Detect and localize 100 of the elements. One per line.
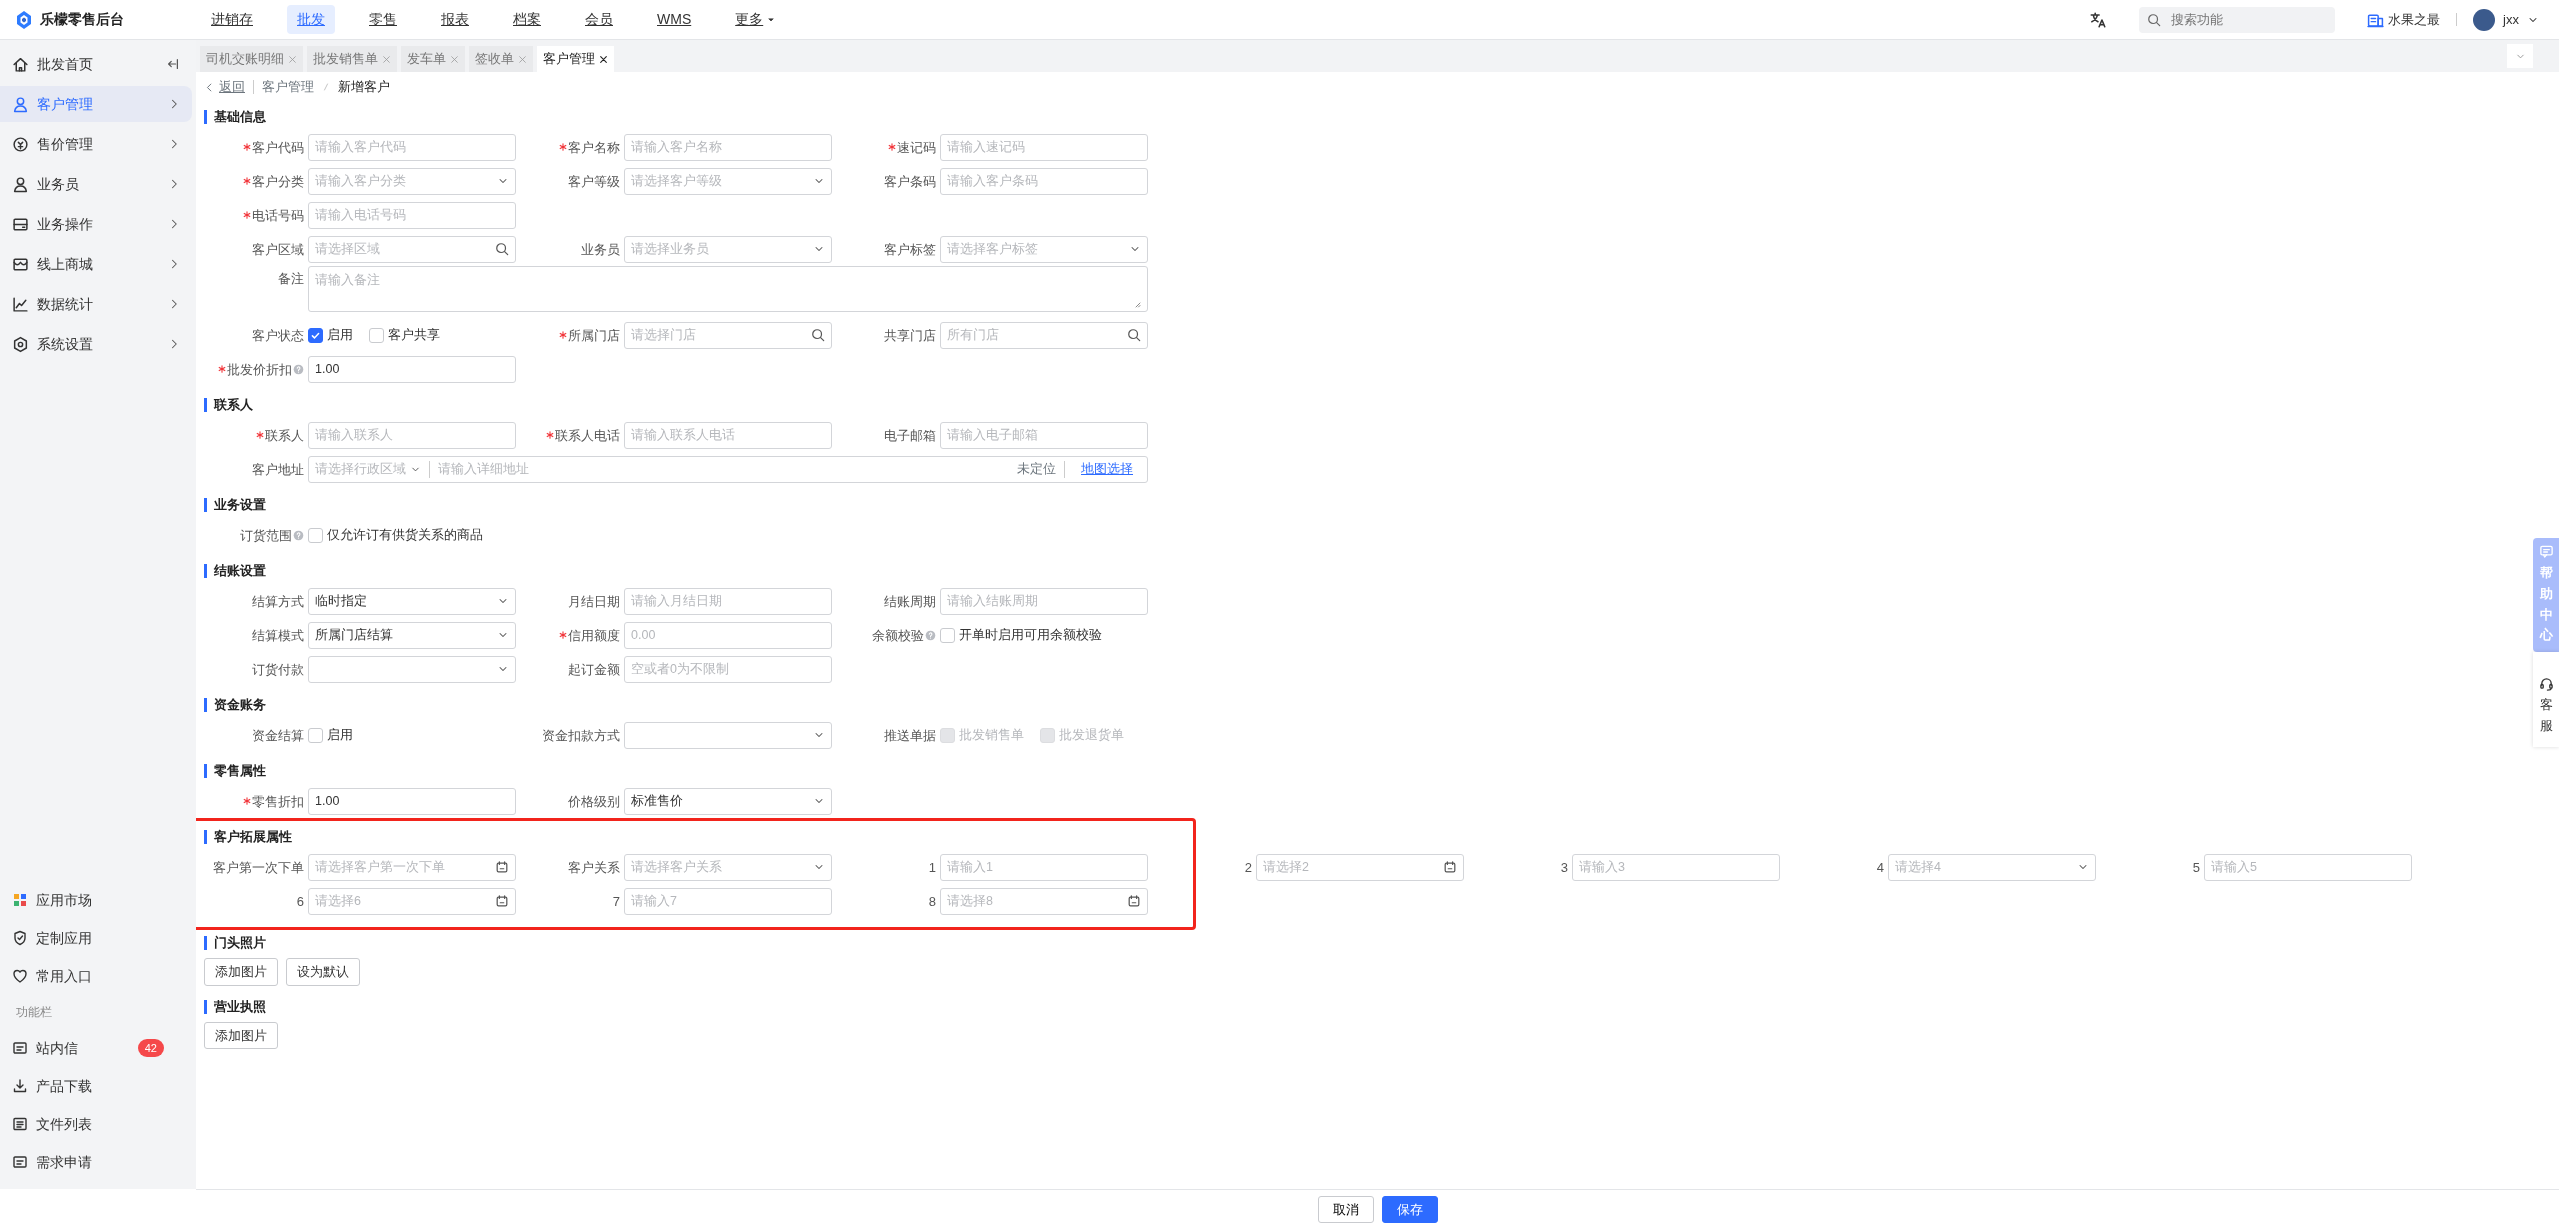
input-field[interactable]: 请输入速记码	[940, 133, 1148, 161]
search-input[interactable]: 所有门店	[947, 325, 1123, 345]
select-field[interactable]	[624, 721, 832, 749]
date-input[interactable]: 请选择2	[1263, 857, 1439, 877]
input-field[interactable]: 请输入结账周期	[940, 587, 1148, 615]
select-field[interactable]: 请选择客户等级	[624, 167, 832, 195]
date-input[interactable]: 请选择8	[947, 891, 1123, 911]
search-input[interactable]: 搜索功能	[2169, 8, 2330, 31]
map-link[interactable]: 地图选择	[1073, 459, 1141, 479]
select-input[interactable]: 请选择客户等级	[631, 171, 809, 191]
input-field[interactable]: 1.00	[308, 355, 516, 383]
input-field[interactable]: 0.00	[624, 621, 832, 649]
cancel-button[interactable]: 取消	[1317, 1195, 1374, 1224]
input-field[interactable]: 请输入5	[2204, 853, 2412, 881]
save-button[interactable]: 保存	[1381, 1195, 1438, 1224]
sidebar-item[interactable]: 客户管理	[0, 86, 192, 122]
add-button[interactable]: 添加图片	[204, 1021, 278, 1049]
select-field[interactable]: 请选择客户关系	[624, 853, 832, 881]
input-field[interactable]: 请输入客户代码	[308, 133, 516, 161]
breadcrumb-link[interactable]: 客户管理	[262, 77, 314, 97]
select-input[interactable]: 请选择业务员	[631, 239, 809, 259]
address-input[interactable]: 请输入详细地址	[438, 459, 1009, 479]
select-field[interactable]: 请选择4	[1888, 853, 2096, 881]
select-input[interactable]: 请选择客户关系	[631, 857, 809, 877]
page-tab[interactable]: 批发销售单	[307, 46, 397, 72]
date-field[interactable]: 请选择8	[940, 887, 1148, 915]
input-field[interactable]: 请输入电话号码	[308, 201, 516, 229]
tab-menu-button[interactable]	[2507, 44, 2533, 68]
address-field[interactable]: 请选择行政区域 请输入详细地址 未定位 地图选择	[308, 455, 1148, 483]
sidebar-item[interactable]: 业务操作	[0, 206, 192, 242]
sidebar-item[interactable]: 站内信 42	[0, 1031, 192, 1065]
search-field[interactable]: 所有门店	[940, 321, 1148, 349]
back-link[interactable]: 返回	[204, 77, 245, 97]
input-field[interactable]: 请输入3	[1572, 853, 1780, 881]
checkbox[interactable]	[308, 527, 323, 543]
input-field[interactable]: 请输入电子邮箱	[940, 421, 1148, 449]
input-field[interactable]: 请输入7	[624, 887, 832, 915]
select-field[interactable]: 所属门店结算	[308, 621, 516, 649]
nav-tab[interactable]: 批发	[287, 5, 335, 34]
sidebar-item[interactable]: 业务员	[0, 166, 192, 202]
checkbox[interactable]	[308, 327, 323, 343]
sidebar-item[interactable]: 文件列表	[0, 1107, 192, 1141]
sidebar-item[interactable]: 常用入口	[0, 959, 192, 993]
sidebar-item[interactable]: 产品下载	[0, 1069, 192, 1103]
select-input[interactable]: 临时指定	[315, 591, 493, 611]
sidebar-item[interactable]: 售价管理	[0, 126, 192, 162]
checkbox[interactable]	[308, 727, 323, 743]
select-field[interactable]: 请选择业务员	[624, 235, 832, 263]
add-button[interactable]: 设为默认	[286, 958, 360, 986]
input-field[interactable]: 请输入客户条码	[940, 167, 1148, 195]
nav-tab[interactable]: 零售	[359, 5, 407, 34]
date-field[interactable]: 请选择2	[1256, 853, 1464, 881]
select-input[interactable]: 标准售价	[631, 791, 809, 811]
input-field[interactable]: 请输入月结日期	[624, 587, 832, 615]
checkbox[interactable]	[940, 627, 955, 643]
input-field[interactable]: 请输入1	[940, 853, 1148, 881]
customer-service-tab[interactable]: 客服	[2533, 652, 2559, 747]
input-field[interactable]: 请输入联系人	[308, 421, 516, 449]
user-name[interactable]: jxx	[2503, 9, 2519, 30]
search-input[interactable]: 请选择区域	[315, 239, 491, 259]
sidebar-item[interactable]: 数据统计	[0, 286, 192, 322]
date-input[interactable]: 请选择6	[315, 891, 491, 911]
sidebar-item[interactable]: 批发首页	[0, 46, 192, 82]
checkbox[interactable]	[369, 327, 384, 343]
nav-tab[interactable]: WMS	[647, 5, 702, 34]
sidebar-item[interactable]: 需求申请	[0, 1145, 192, 1179]
nav-tab[interactable]: 档案	[503, 5, 551, 34]
page-tab[interactable]: 签收单	[469, 46, 533, 72]
page-tab[interactable]: 发车单	[401, 46, 465, 72]
sidebar-item[interactable]: 系统设置	[0, 326, 192, 362]
sidebar-item[interactable]: 线上商城	[0, 246, 192, 282]
select-field[interactable]: 请选择客户标签	[940, 235, 1148, 263]
select-field[interactable]	[308, 655, 516, 683]
select-field[interactable]: 标准售价	[624, 787, 832, 815]
select-input[interactable]: 请输入客户分类	[315, 171, 493, 191]
select-field[interactable]: 请输入客户分类	[308, 167, 516, 195]
search-field[interactable]: 请选择区域	[308, 235, 516, 263]
nav-tab[interactable]: 报表	[431, 5, 479, 34]
select-input[interactable]: 请选择客户标签	[947, 239, 1125, 259]
select-field[interactable]: 临时指定	[308, 587, 516, 615]
search-field[interactable]: 搜索功能	[2139, 6, 2336, 33]
input-field[interactable]: 1.00	[308, 787, 516, 815]
select-input[interactable]: 所属门店结算	[315, 625, 493, 645]
chat-icon	[2538, 544, 2554, 559]
date-field[interactable]: 请选择6	[308, 887, 516, 915]
avatar[interactable]	[2473, 8, 2496, 31]
input-field[interactable]: 请输入联系人电话	[624, 421, 832, 449]
input-field[interactable]: 空或者0为不限制	[624, 655, 832, 683]
select-input[interactable]: 请选择4	[1895, 857, 2073, 877]
textarea-field[interactable]: 请输入备注	[308, 266, 1148, 312]
page-tab[interactable]: 客户管理	[537, 46, 614, 72]
search-field[interactable]: 请选择门店	[624, 321, 832, 349]
add-button[interactable]: 添加图片	[204, 958, 278, 986]
textarea-input[interactable]: 请输入备注	[315, 271, 1133, 307]
search-input[interactable]: 请选择门店	[631, 325, 807, 345]
sidebar-item[interactable]: 应用市场	[0, 883, 192, 917]
page-tab[interactable]: 司机交账明细	[200, 46, 303, 72]
sidebar-item[interactable]: 定制应用	[0, 921, 192, 955]
input-field[interactable]: 请输入客户名称	[624, 133, 832, 161]
store-name[interactable]: 水果之最	[2388, 9, 2441, 30]
